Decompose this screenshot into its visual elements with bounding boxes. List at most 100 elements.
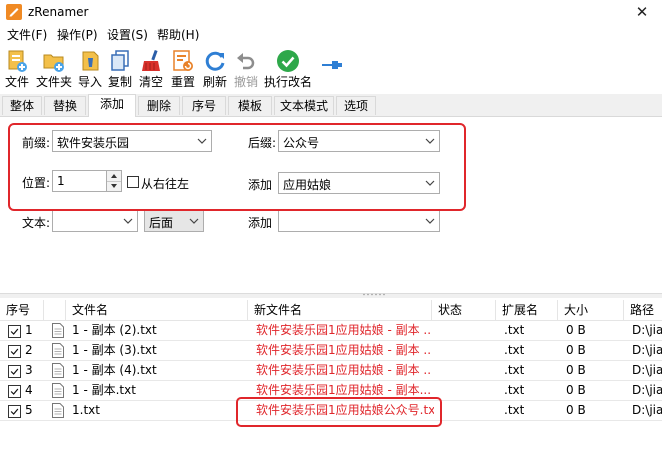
row-extension: .txt [504,323,525,337]
column-header-index[interactable]: 序号 [0,300,44,320]
text-label: 文本: [22,216,51,230]
add-file-button[interactable]: 文件 [2,45,32,91]
column-header-path[interactable]: 路径 [624,300,662,320]
refresh-button[interactable]: 刷新 [200,45,230,91]
row-path: D:\jian [632,403,662,417]
row-newname: 软件安装乐园1应用姑娘 - 副本 ... [256,323,430,337]
menu-settings[interactable]: 设置(S) [106,26,149,44]
chevron-down-icon [425,218,435,224]
add-label-1: 添加 [248,178,273,192]
broom-icon [142,49,160,71]
tab-delete[interactable]: 删除 [138,96,180,115]
row-index: 3 [25,363,33,377]
row-path: D:\jian [632,363,662,377]
row-index: 4 [25,383,33,397]
column-header-newname[interactable]: 新文件名 [248,300,432,320]
toolbar-label: 执行改名 [263,75,312,89]
prefix-label: 前缀: [22,136,51,150]
close-button[interactable]: ✕ [630,2,654,22]
text-file-icon [52,323,64,338]
right-to-left-checkbox[interactable] [127,176,139,188]
app-logo-icon [6,4,22,20]
menu-operation[interactable]: 操作(P) [56,26,99,44]
column-header-icon[interactable] [44,300,66,320]
toolbar-label: 文件 [4,75,29,89]
add-panel: 前缀: 软件安装乐园 后缀: 公众号 位置: 1 从右往左 添加 应用姑娘 文本… [0,117,662,293]
title-bar [0,0,662,24]
table-row[interactable]: 1 1 - 副本 (2).txt 软件安装乐园1应用姑娘 - 副本 ... .t… [0,321,662,341]
tab-replace[interactable]: 替换 [44,96,86,115]
text-file-icon [52,343,64,358]
suffix-combobox[interactable]: 公众号 [278,130,440,152]
tab-template[interactable]: 模板 [228,96,272,115]
suffix-label: 后缀: [248,136,277,150]
column-header-size[interactable]: 大小 [558,300,624,320]
column-header-status[interactable]: 状态 [432,300,496,320]
position-spinner[interactable]: 1 [52,170,122,192]
row-checkbox[interactable] [8,345,21,358]
tab-add[interactable]: 添加 [88,94,136,117]
add-folder-button[interactable]: 文件夹 [34,45,74,91]
add-insert-combobox[interactable]: 应用姑娘 [278,172,440,194]
text-file-icon [52,383,64,398]
row-size: 0 B [566,403,586,417]
row-newname: 软件安装乐园1应用姑娘 - 副本 ... [256,343,430,357]
table-row[interactable]: 2 1 - 副本 (3).txt 软件安装乐园1应用姑娘 - 副本 ... .t… [0,341,662,361]
add-insert-value: 应用姑娘 [283,178,332,192]
row-size: 0 B [566,343,586,357]
column-header-extension[interactable]: 扩展名 [496,300,558,320]
chevron-down-icon [197,138,207,144]
row-size: 0 B [566,323,586,337]
execute-rename-button[interactable]: 执行改名 [262,45,314,91]
text-combobox[interactable] [52,210,138,232]
row-checkbox[interactable] [8,325,21,338]
tab-overall[interactable]: 整体 [2,96,42,115]
menu-help[interactable]: 帮助(H) [156,26,200,44]
row-checkbox[interactable] [8,365,21,378]
clear-button[interactable]: 清空 [136,45,166,91]
grip-icon [363,293,385,296]
row-size: 0 B [566,383,586,397]
table-row[interactable]: 4 1 - 副本.txt 软件安装乐园1应用姑娘 - 副本... .txt 0 … [0,381,662,401]
prefix-value: 软件安装乐园 [57,136,130,150]
tab-sequence[interactable]: 序号 [182,96,226,115]
add-folder-icon [43,54,64,72]
spinner-buttons [106,171,121,191]
chevron-down-icon [123,218,133,224]
row-index: 2 [25,343,33,357]
spin-down-icon[interactable] [107,181,121,191]
row-size: 0 B [566,363,586,377]
position-value: 1 [57,174,65,188]
prefix-combobox[interactable]: 软件安装乐园 [52,130,212,152]
tab-text-mode[interactable]: 文本模式 [274,96,334,115]
text-file-icon [52,403,64,418]
table-row[interactable]: 3 1 - 副本 (4).txt 软件安装乐园1应用姑娘 - 副本 ... .t… [0,361,662,381]
row-extension: .txt [504,343,525,357]
add-file-icon [8,50,27,72]
row-filename: 1 - 副本 (3).txt [72,343,157,357]
right-to-left-label: 从右往左 [141,177,190,191]
tab-options[interactable]: 选项 [336,96,376,115]
where-combobox[interactable]: 后面 [144,210,204,232]
toolbar-label: 撤销 [233,75,258,89]
add-text-combobox[interactable] [278,210,440,232]
toolbar-label: 刷新 [202,75,227,89]
window-title: zRenamer [28,5,89,19]
row-checkbox[interactable] [8,385,21,398]
row-checkbox[interactable] [8,405,21,418]
menu-file[interactable]: 文件(F) [6,26,48,44]
copy-icon [111,50,129,71]
import-button[interactable]: 导入 [76,45,104,91]
reset-button[interactable]: 重置 [168,45,198,91]
tab-strip: 整体 替换 添加 删除 序号 模板 文本模式 选项 [0,94,662,117]
add-label-2: 添加 [248,216,273,230]
row-newname: 软件安装乐园1应用姑娘公众号.txt [256,403,434,417]
undo-button[interactable]: 撤销 [232,45,260,91]
column-header-filename[interactable]: 文件名 [66,300,248,320]
row-filename: 1.txt [72,403,100,417]
toolbar: 文件 文件夹 导入 复制 清空 重置 刷新 撤销 执行改名 [0,45,662,93]
table-row[interactable]: 5 1.txt 软件安装乐园1应用姑娘公众号.txt .txt 0 B D:\j… [0,401,662,421]
pin-icon[interactable] [320,59,344,71]
check-icon [277,50,299,72]
copy-button[interactable]: 复制 [106,45,134,91]
